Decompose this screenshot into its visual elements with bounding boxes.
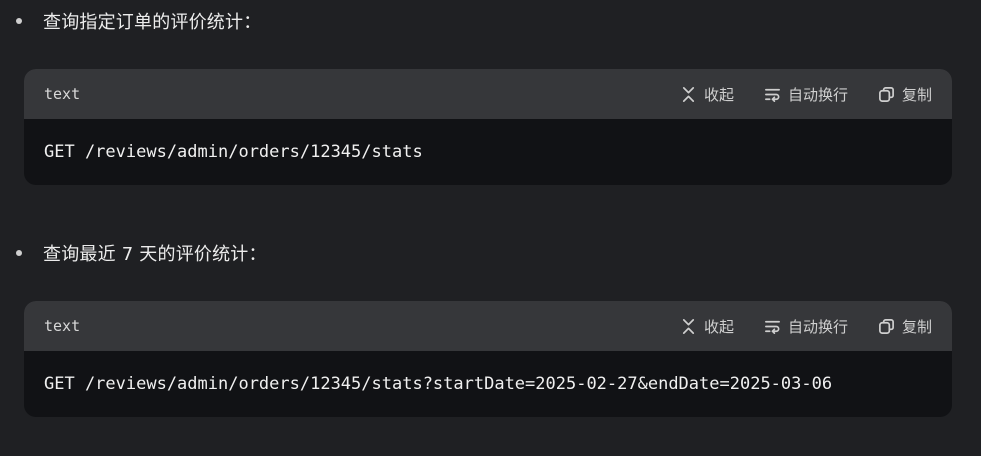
collapse-button[interactable]: 收起 <box>680 84 734 105</box>
copy-icon <box>879 318 894 334</box>
code-content: GET /reviews/admin/orders/12345/stats?st… <box>44 374 833 394</box>
collapse-icon <box>682 318 695 334</box>
code-language-label: text <box>44 317 81 335</box>
code-content: GET /reviews/admin/orders/12345/stats <box>44 142 423 162</box>
code-block: text 收起 自动换行 复制 GET /reviews/admin/order… <box>24 69 952 185</box>
code-header: text 收起 自动换行 复制 <box>24 301 952 351</box>
code-header: text 收起 自动换行 复制 <box>24 69 952 119</box>
list-item: 查询指定订单的评价统计： <box>16 9 261 33</box>
code-body: GET /reviews/admin/orders/12345/stats <box>24 119 952 185</box>
wrap-lines-button[interactable]: 自动换行 <box>764 84 848 105</box>
collapse-button[interactable]: 收起 <box>680 316 734 337</box>
wrap-lines-icon <box>765 88 780 102</box>
code-actions: 收起 自动换行 复制 <box>680 316 932 337</box>
code-block: text 收起 自动换行 复制 GET /reviews/admin/order… <box>24 301 952 417</box>
code-actions: 收起 自动换行 复制 <box>680 84 932 105</box>
list-item-text: 查询最近 7 天的评价统计： <box>43 244 267 265</box>
code-body: GET /reviews/admin/orders/12345/stats?st… <box>24 351 952 417</box>
bullet-dot <box>16 250 22 256</box>
copy-button[interactable]: 复制 <box>878 316 932 337</box>
page: 查询指定订单的评价统计： text 收起 自动换行 复制 GET /review… <box>0 0 981 456</box>
wrap-lines-label: 自动换行 <box>787 85 848 104</box>
code-language-label: text <box>44 85 81 103</box>
wrap-lines-icon <box>765 320 780 334</box>
copy-icon <box>879 86 894 102</box>
bullet-dot <box>16 18 22 24</box>
list-item-text: 查询指定订单的评价统计： <box>43 12 262 33</box>
wrap-lines-button[interactable]: 自动换行 <box>764 316 848 337</box>
copy-button[interactable]: 复制 <box>878 84 932 105</box>
wrap-lines-label: 自动换行 <box>787 317 848 336</box>
collapse-label: 收起 <box>703 317 734 336</box>
copy-label: 复制 <box>901 317 932 336</box>
collapse-label: 收起 <box>703 85 734 104</box>
copy-label: 复制 <box>901 85 932 104</box>
list-item: 查询最近 7 天的评价统计： <box>16 241 267 265</box>
collapse-icon <box>682 86 695 102</box>
